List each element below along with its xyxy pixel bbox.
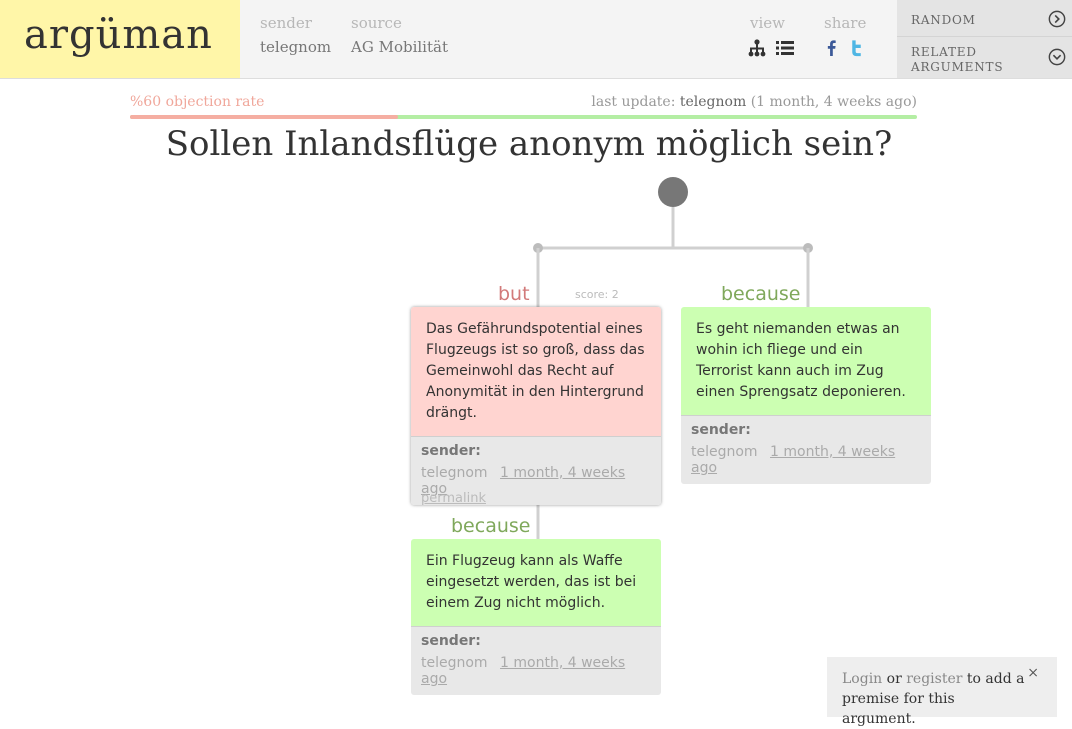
related-arguments-link[interactable]: RELATED ARGUMENTS [897,37,1072,78]
premise-sender-label: sender: [691,422,751,438]
login-link[interactable]: Login [842,671,882,687]
objection-rate-bar [130,115,917,119]
last-update-label: last update: [591,94,676,110]
sender-label: sender [260,14,312,32]
register-link[interactable]: register [906,671,962,687]
relation-because: because [721,283,801,305]
premise-sender[interactable]: telegnom [421,655,488,671]
premise-objection[interactable]: Das Gefährundspotential eines Flugzeugs … [411,307,661,505]
premise-footer: sender: telegnom 1 month, 4 weeks ago [681,415,931,484]
premise-support[interactable]: Es geht niemanden etwas an wohin ich fli… [681,307,931,484]
premise-support[interactable]: Ein Flugzeug kann als Waffe eingesetzt w… [411,539,661,695]
argument-title: Sollen Inlandsflüge anonym möglich sein? [165,124,893,164]
logo[interactable]: argüman [0,0,240,78]
close-icon[interactable]: × [1027,665,1039,681]
premise-text: Das Gefährundspotential eines Flugzeugs … [411,307,661,436]
last-update: last update: telegnom (1 month, 4 weeks … [591,94,917,110]
share-block: share [824,14,866,58]
premise-text: Ein Flugzeug kann als Waffe eingesetzt w… [411,539,661,626]
facebook-icon[interactable] [824,38,840,58]
source-value: AG Mobilität [351,38,448,56]
premise-footer: sender: telegnom 1 month, 4 weeks ago [411,626,661,695]
permalink-link[interactable]: permalink [421,491,486,506]
source-label: source [351,14,402,32]
premise-sender[interactable]: telegnom [421,465,488,481]
sender-value[interactable]: telegnom [260,38,331,56]
twitter-icon[interactable] [848,38,865,58]
sender-block: sender telegnom [260,14,331,56]
last-update-user[interactable]: telegnom [680,94,746,110]
source-block: source AG Mobilität [351,14,448,56]
relation-because: because [451,515,531,537]
login-text: Login or register to add a premise for t… [842,669,1032,729]
relation-but: but [498,283,530,305]
random-label[interactable]: RANDOM [911,13,976,27]
argument-stats: %60 objection rate last update: telegnom… [130,94,917,119]
premise-sender[interactable]: telegnom [691,444,758,460]
premise-sender-label: sender: [421,633,481,649]
share-label: share [824,14,867,32]
objection-rate: %60 objection rate [130,94,265,110]
premise-score: score: 2 [575,288,619,301]
tree-view-icon[interactable] [747,38,767,58]
last-update-time: (1 month, 4 weeks ago) [750,94,917,110]
login-or: or [882,671,907,687]
random-link[interactable]: RANDOM [897,0,1072,37]
root-node[interactable] [658,177,688,207]
view-block: view [747,14,795,58]
objection-rate-fill [130,115,398,119]
chevron-down-circle-icon[interactable] [1048,48,1066,66]
logo-text[interactable]: argüman [24,12,213,58]
premise-sender-label: sender: [421,443,481,459]
list-view-icon[interactable] [775,38,795,58]
related-arguments-label[interactable]: RELATED ARGUMENTS [911,45,1031,75]
login-prompt: Login or register to add a premise for t… [827,657,1057,727]
view-label: view [750,14,785,32]
header: argüman sender telegnom source AG Mobili… [0,0,1072,79]
right-menu: RANDOM RELATED ARGUMENTS [897,0,1072,78]
chevron-right-circle-icon[interactable] [1048,10,1066,28]
premise-text: Es geht niemanden etwas an wohin ich fli… [681,307,931,415]
